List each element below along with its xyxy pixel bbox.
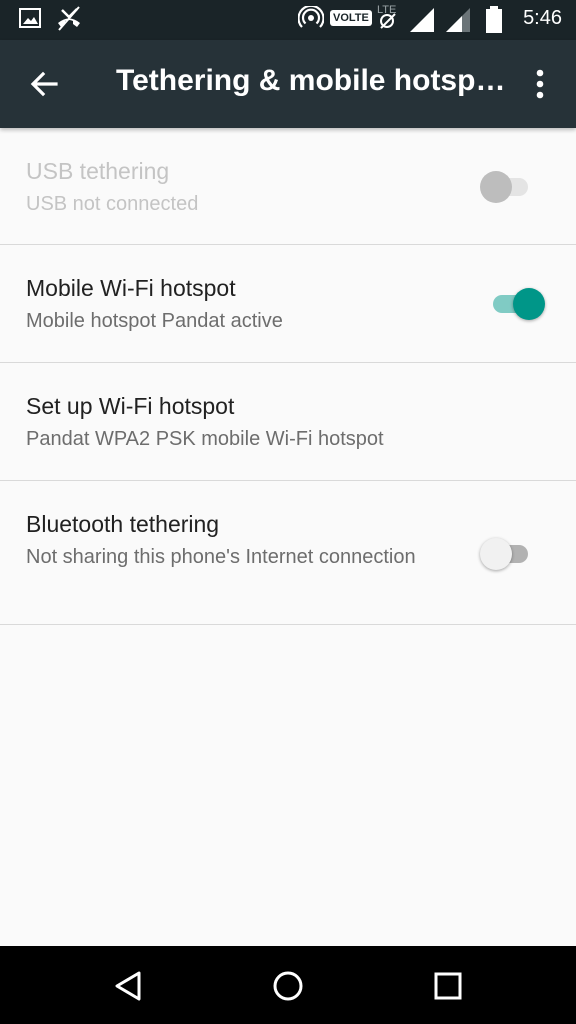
wifi-hotspot-switch[interactable]	[485, 283, 545, 323]
setting-bluetooth-tethering[interactable]: Bluetooth tethering Not sharing this pho…	[0, 481, 576, 625]
setting-wifi-hotspot[interactable]: Mobile Wi-Fi hotspot Mobile hotspot Pand…	[0, 245, 576, 363]
more-vert-icon	[536, 69, 544, 99]
setting-title: Set up Wi-Fi hotspot	[26, 393, 235, 419]
arrow-left-icon	[30, 71, 58, 97]
missed-call-icon	[58, 6, 80, 31]
setting-summary: USB not connected	[26, 193, 199, 215]
back-button[interactable]	[22, 62, 66, 106]
volte-badge: VOLTE	[330, 10, 372, 26]
setting-title: USB tethering	[26, 158, 170, 184]
mute-icon	[380, 13, 396, 29]
battery-icon	[486, 6, 502, 33]
signal-icon	[410, 8, 434, 32]
setting-summary: Pandat WPA2 PSK mobile Wi-Fi hotspot	[26, 428, 384, 450]
bluetooth-tethering-switch[interactable]	[476, 533, 536, 573]
app-bar: Tethering & mobile hotsp…	[0, 40, 576, 128]
nav-home-icon	[273, 971, 303, 1001]
usb-tethering-switch[interactable]	[476, 166, 536, 206]
status-time: 5:46	[523, 7, 562, 29]
nav-recents-button[interactable]	[426, 964, 470, 1008]
signal-icon-2	[446, 8, 470, 32]
page-title: Tethering & mobile hotsp…	[116, 64, 506, 97]
more-options-button[interactable]	[522, 62, 562, 106]
setting-title: Bluetooth tethering	[26, 511, 220, 537]
setting-setup-hotspot[interactable]: Set up Wi-Fi hotspot Pandat WPA2 PSK mob…	[0, 363, 576, 481]
status-bar: VOLTE LTE 5:46	[0, 0, 576, 40]
settings-list: USB tethering USB not connected Mobile W…	[0, 128, 576, 625]
setting-title: Mobile Wi-Fi hotspot	[26, 275, 236, 301]
setting-usb-tethering[interactable]: USB tethering USB not connected	[0, 128, 576, 245]
navigation-bar	[0, 946, 576, 1024]
nav-recents-icon	[434, 972, 462, 1000]
nav-back-icon	[115, 971, 141, 1001]
nav-back-button[interactable]	[106, 964, 150, 1008]
image-icon	[19, 8, 41, 28]
setting-summary: Mobile hotspot Pandat active	[26, 310, 283, 332]
hotspot-icon	[298, 6, 324, 28]
setting-summary: Not sharing this phone's Internet connec…	[26, 546, 416, 568]
nav-home-button[interactable]	[266, 964, 310, 1008]
